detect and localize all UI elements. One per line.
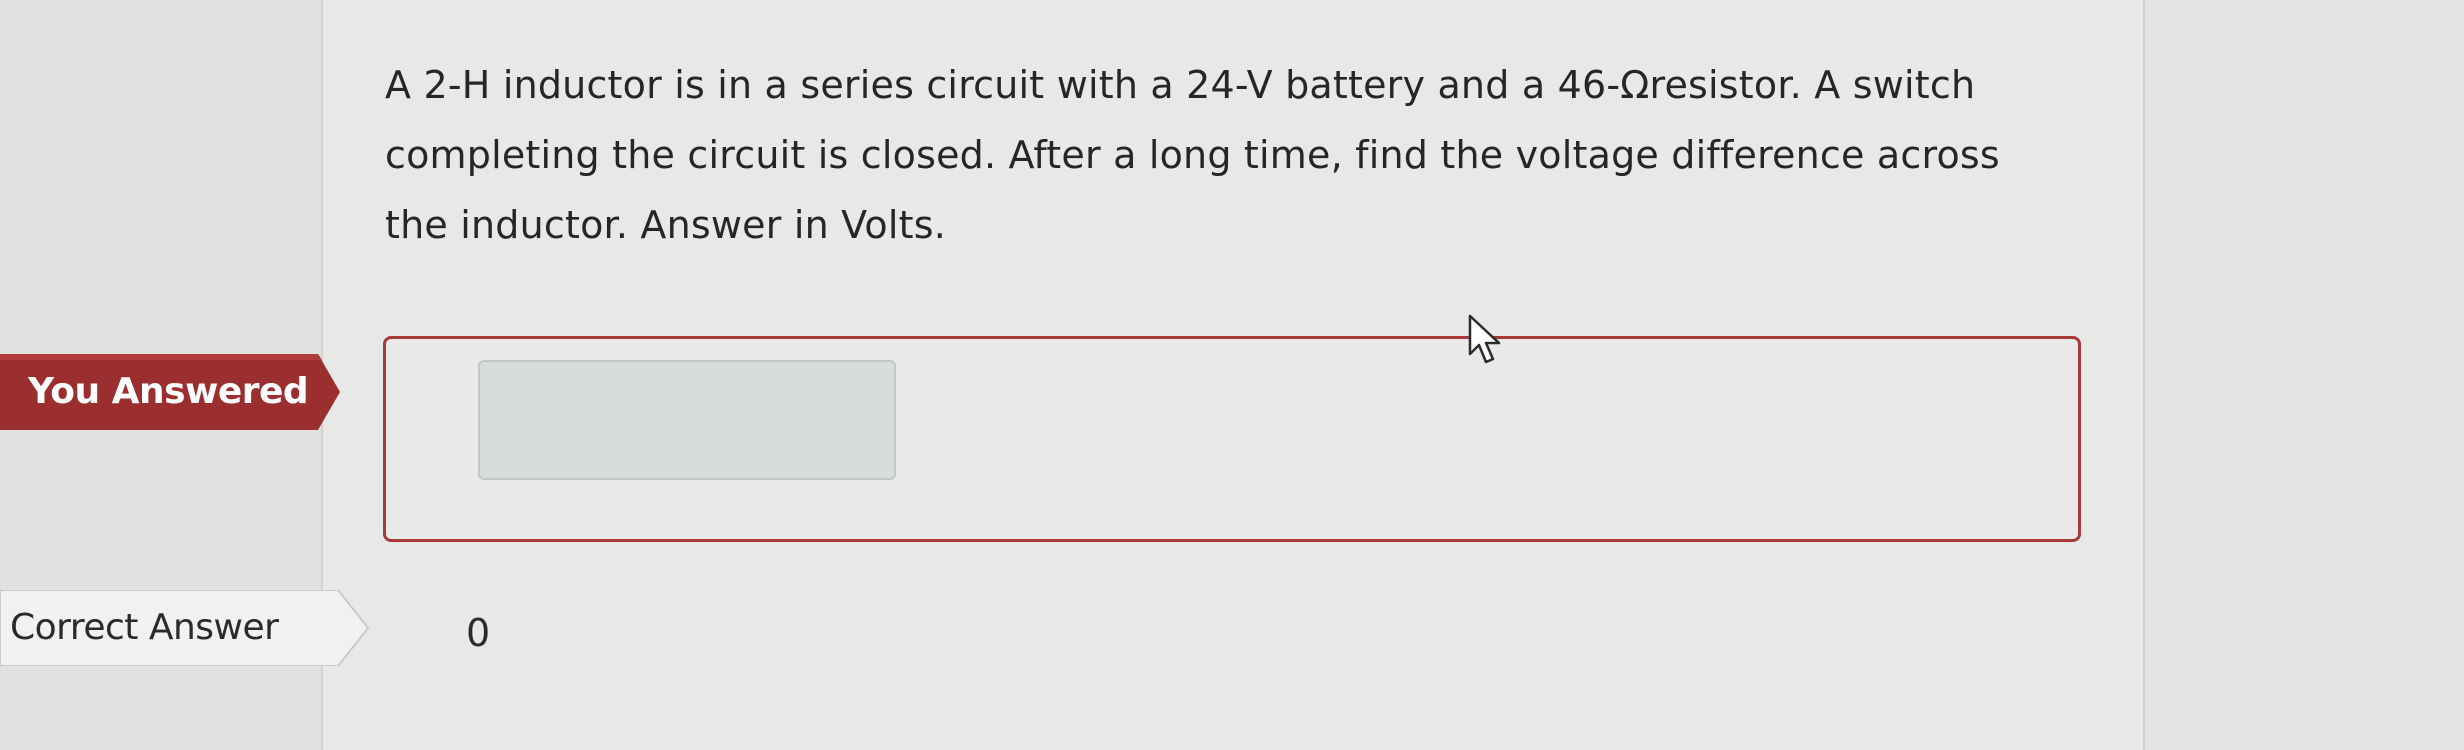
correct-answer-flag: Correct Answer (0, 590, 370, 666)
correct-answer-label: Correct Answer (10, 607, 279, 648)
you-answered-flag: You Answered (0, 354, 340, 430)
question-text: A 2-H inductor is in a series circuit wi… (385, 63, 2000, 247)
right-gutter (2145, 0, 2464, 750)
you-answered-label: You Answered (28, 371, 309, 412)
correct-answer-value: 0 (466, 611, 491, 655)
answer-input[interactable] (478, 360, 896, 480)
mouse-pointer-icon (1468, 314, 1501, 364)
